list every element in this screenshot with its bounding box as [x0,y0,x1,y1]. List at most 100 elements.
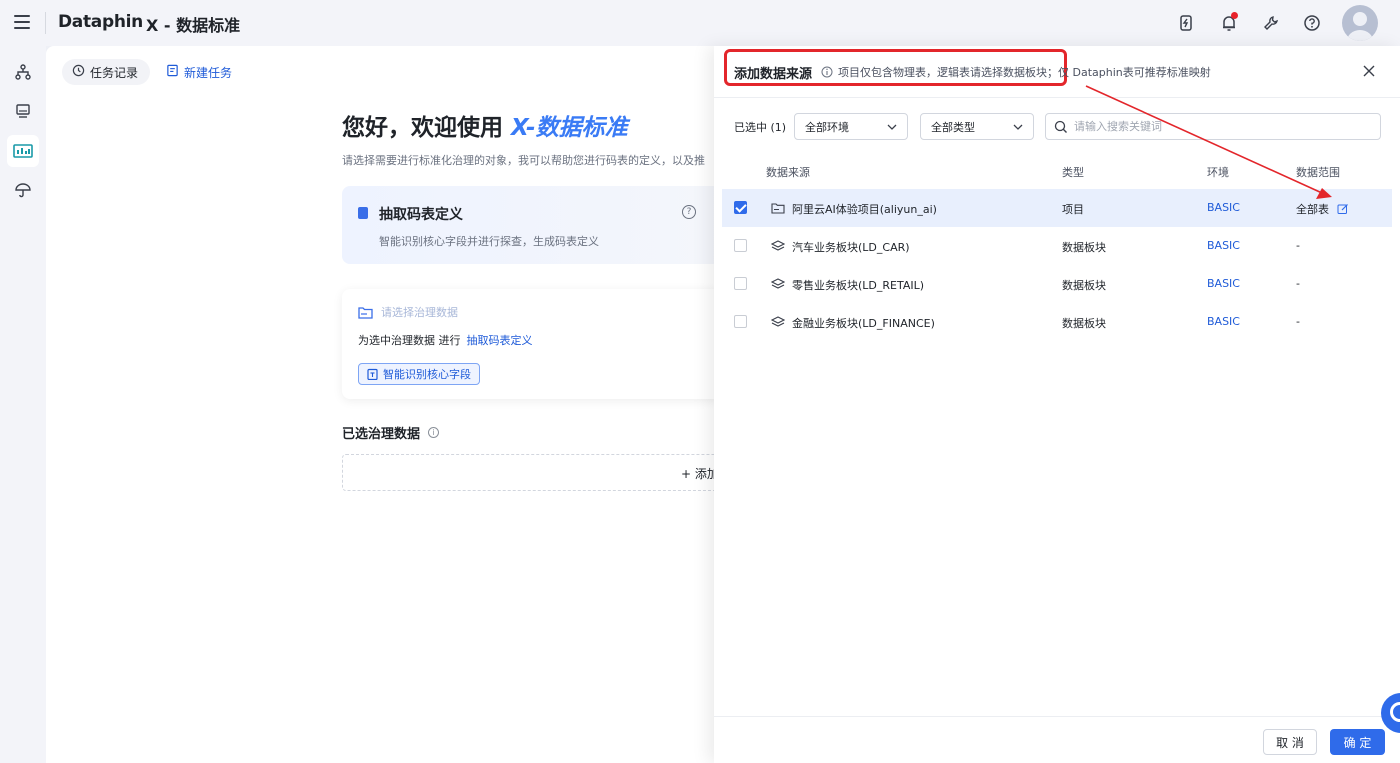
source-type: 数据板块 [1062,279,1106,292]
source-scope: 全部表 [1296,201,1349,217]
new-document-icon [166,64,179,80]
source-name: 零售业务板块(LD_RETAIL) [792,279,925,292]
notification-dot [1231,12,1238,19]
source-name: 阿里云AI体验项目(aliyun_ai) [792,203,937,216]
source-scope: - [1296,315,1300,328]
folder-icon [771,203,785,214]
source-type: 数据板块 [1062,317,1106,330]
card-title: 抽取码表定义 [379,207,463,223]
selected-data-title: 已选治理数据 i [342,423,440,442]
drawer-footer: 取 消 确 定 [714,716,1400,763]
monitor-icon[interactable] [7,95,39,127]
folder-icon [358,306,373,319]
wrench-icon[interactable] [1261,13,1281,33]
help-icon[interactable] [1302,13,1322,33]
row-checkbox[interactable] [734,277,747,290]
menu-icon[interactable] [14,15,30,29]
welcome-accent: X-数据标准 [511,115,628,141]
welcome-prefix: 您好，欢迎使用 [342,115,503,141]
column-header-env: 环境 [1207,166,1229,179]
topology-icon[interactable] [7,56,39,88]
edit-icon[interactable] [1337,203,1349,215]
info-icon[interactable]: i [428,427,440,438]
tag-label: 智能识别核心字段 [383,368,471,381]
placeholder-text: 请选择治理数据 [381,306,458,319]
extract-code-table-card[interactable]: 抽取码表定义 智能识别核心字段并进行探查，生成码表定义 ? [342,186,722,264]
table-row[interactable]: 零售业务板块(LD_RETAIL) 数据板块 BASIC - [722,265,1392,303]
source-env: BASIC [1207,315,1240,328]
table-row[interactable]: 金融业务板块(LD_FINANCE) 数据板块 BASIC - [722,303,1392,341]
action-line-prefix: 为选中治理数据 进行 [358,334,461,347]
type-filter-select[interactable]: 全部类型 [920,113,1034,140]
question-icon[interactable]: ? [682,205,696,219]
row-checkbox[interactable] [734,315,747,328]
top-bar: Dataphin X - 数据标准 [0,0,1400,46]
source-name: 金融业务板块(LD_FINANCE) [792,317,935,330]
drawer-title: 添加数据来源 [734,67,813,82]
governance-input-card: 请选择治理数据 为选中治理数据 进行 抽取码表定义 智能识别核心字段 [342,289,722,399]
source-scope: - [1296,277,1300,290]
data-standard-icon[interactable] [7,135,39,167]
row-checkbox[interactable] [734,239,747,252]
source-name: 汽车业务板块(LD_CAR) [792,241,910,254]
source-type: 项目 [1062,203,1084,216]
close-icon[interactable] [1362,64,1376,78]
layers-icon [771,316,785,327]
column-header-scope: 数据范围 [1296,166,1340,179]
bell-icon[interactable] [1219,12,1239,33]
column-header-type: 类型 [1062,166,1084,179]
task-history-button[interactable]: 任务记录 [62,59,151,85]
logo: Dataphin [58,12,143,32]
environment-filter-select[interactable]: 全部环境 [794,113,908,140]
welcome-subtitle: 请选择需要进行标准化治理的对象，我可以帮助您进行码表的定义，以及推 [342,154,705,167]
left-rail [0,46,46,763]
table-row[interactable]: 汽车业务板块(LD_CAR) 数据板块 BASIC - [722,227,1392,265]
cancel-button[interactable]: 取 消 [1263,729,1317,755]
add-data-dropzone[interactable]: + 添加 [342,454,722,491]
search-icon [1054,120,1067,133]
add-data-source-drawer: 添加数据来源 项目仅包含物理表，逻辑表请选择数据板块；仅 Dataphin表可推… [714,46,1400,763]
header-divider [45,12,46,34]
info-icon [821,66,833,78]
selected-count: 已选中 (1) [734,121,787,134]
battery-bolt-icon[interactable] [1176,13,1196,33]
layers-icon [771,240,785,251]
history-icon [72,64,85,80]
layers-icon [771,278,785,289]
search-box[interactable] [1045,113,1381,140]
source-env: BASIC [1207,201,1240,214]
task-history-label: 任务记录 [90,65,139,80]
source-scope: - [1296,239,1300,252]
umbrella-icon[interactable] [7,174,39,206]
drawer-header: 添加数据来源 项目仅包含物理表，逻辑表请选择数据板块；仅 Dataphin表可推… [714,46,1400,98]
type-filter-value: 全部类型 [931,120,975,134]
clipboard-icon [367,368,378,380]
selected-data-label: 已选治理数据 [342,427,421,442]
card-description: 智能识别核心字段并进行探查，生成码表定义 [379,235,599,248]
smart-identify-tag[interactable]: 智能识别核心字段 [358,363,480,385]
search-input[interactable] [1074,120,1364,133]
app-title: X - 数据标准 [146,16,241,35]
source-env: BASIC [1207,277,1240,290]
drawer-note: 项目仅包含物理表，逻辑表请选择数据板块；仅 Dataphin表可推荐标准映射 [821,64,1211,80]
document-icon [358,207,368,219]
new-task-label: 新建任务 [184,65,233,80]
chevron-down-icon [1013,124,1023,130]
column-header-source: 数据来源 [766,166,810,179]
welcome-title: 您好，欢迎使用 X-数据标准 [342,108,628,142]
chevron-down-icon [887,124,897,130]
source-env: BASIC [1207,239,1240,252]
filter-bar: 已选中 (1) [734,113,794,141]
action-line: 为选中治理数据 进行 抽取码表定义 [358,332,533,348]
table-row[interactable]: 阿里云AI体验项目(aliyun_ai) 项目 BASIC 全部表 [722,189,1392,227]
source-type: 数据板块 [1062,241,1106,254]
environment-filter-value: 全部环境 [805,120,849,134]
avatar[interactable] [1342,5,1378,41]
select-data-placeholder[interactable]: 请选择治理数据 [358,304,458,320]
new-task-button[interactable]: 新建任务 [166,59,232,85]
row-checkbox[interactable] [734,201,747,214]
confirm-button[interactable]: 确 定 [1330,729,1385,755]
extract-link[interactable]: 抽取码表定义 [467,334,533,347]
drawer-note-text: 项目仅包含物理表，逻辑表请选择数据板块；仅 Dataphin表可推荐标准映射 [838,66,1211,79]
scope-value: 全部表 [1296,203,1329,216]
